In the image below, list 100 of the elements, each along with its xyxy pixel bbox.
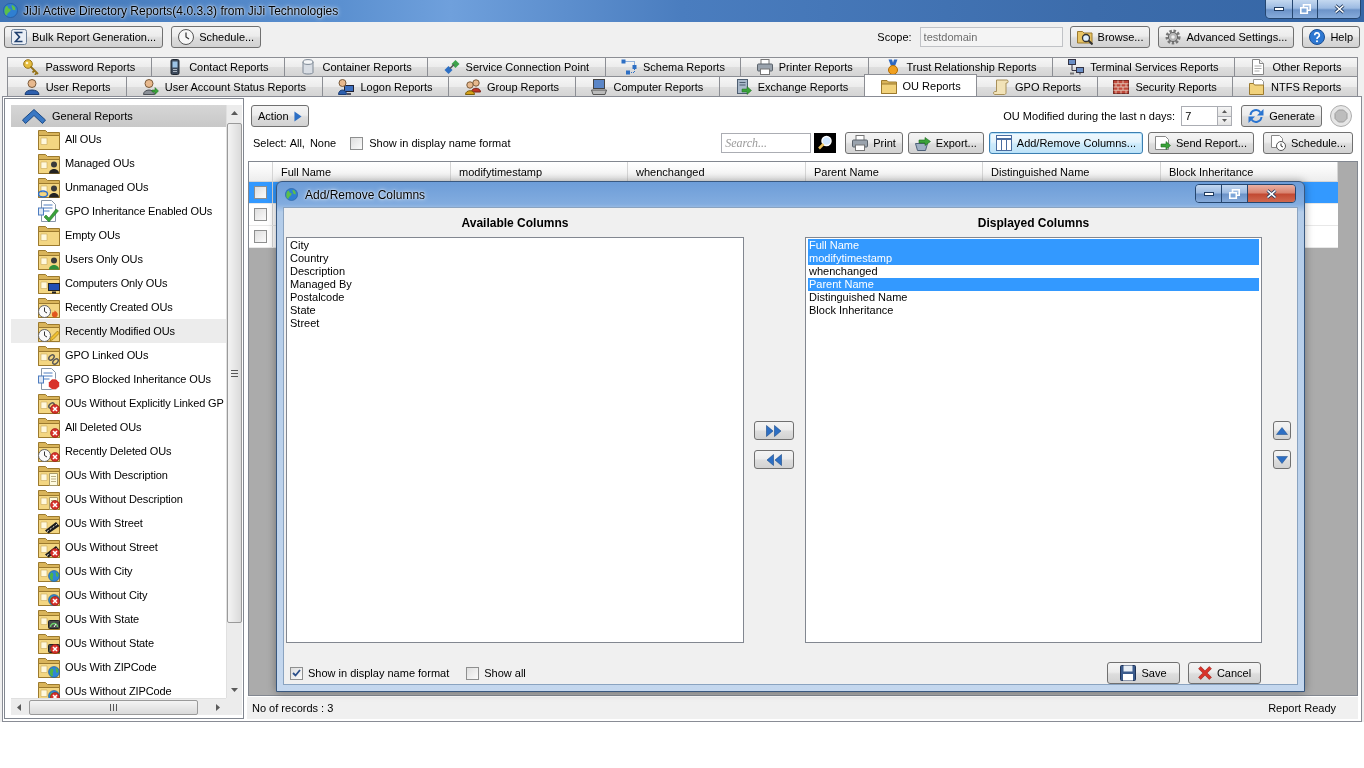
sidebar-item[interactable]: OUs Without Explicitly Linked GP <box>11 391 226 415</box>
schedule-button[interactable]: Schedule... <box>1262 132 1353 154</box>
folder-globe-icon <box>38 656 60 678</box>
checkbox[interactable] <box>254 208 267 221</box>
group-header[interactable]: General Reports <box>11 105 226 127</box>
vertical-scrollbar[interactable] <box>226 105 242 698</box>
tab[interactable]: GPO Reports <box>976 76 1098 96</box>
list-item[interactable]: whenchanged <box>808 265 1259 278</box>
sidebar-item[interactable]: Managed OUs <box>11 151 226 175</box>
add-remove-columns-button[interactable]: Add/Remove Columns... <box>988 132 1143 154</box>
tab[interactable]: Service Connection Point <box>427 57 606 76</box>
action-button[interactable]: Action <box>251 105 309 127</box>
user-monitor-icon <box>338 78 355 95</box>
column-list[interactable]: Full Name modifytimestamp whenchanged Parent Name Distinguished Name Block Inheritance <box>805 237 1262 643</box>
list-item[interactable]: Description <box>289 265 741 278</box>
sidebar-item[interactable]: OUs Without Description <box>11 487 226 511</box>
spin-up-button[interactable] <box>1217 106 1233 117</box>
search-field[interactable]: Search... <box>721 133 812 153</box>
close-button[interactable] <box>1317 0 1360 18</box>
sidebar-item[interactable]: All OUs <box>11 127 226 151</box>
sidebar-item[interactable]: Recently Deleted OUs <box>11 439 226 463</box>
tab[interactable]: Computer Reports <box>574 76 721 96</box>
sidebar-item[interactable]: OUs With ZIPCode <box>11 655 226 679</box>
list-item[interactable]: Block Inheritance <box>808 304 1259 317</box>
export-button[interactable]: Export... <box>907 132 984 154</box>
advanced-settings-button[interactable]: Advanced Settings... <box>1158 26 1295 48</box>
move-left-button[interactable] <box>754 450 794 469</box>
tab[interactable]: Trust Relationship Reports <box>868 57 1053 76</box>
tab[interactable]: Password Reports <box>7 57 152 76</box>
list-item[interactable]: Country <box>289 252 741 265</box>
print-button[interactable]: Print <box>845 132 903 154</box>
sidebar-item[interactable]: OUs With City <box>11 559 226 583</box>
sidebar-item[interactable]: Recently Modified OUs <box>11 319 226 343</box>
cross-icon <box>1197 666 1212 680</box>
tab[interactable]: NTFS Reports <box>1232 76 1359 96</box>
list-item[interactable]: Distinguished Name <box>808 291 1259 304</box>
sidebar-item[interactable]: All Deleted OUs <box>11 415 226 439</box>
schedule-button[interactable]: Schedule... <box>171 26 262 48</box>
close-button[interactable] <box>1247 185 1295 202</box>
checkbox[interactable] <box>254 230 267 243</box>
scrollbar-thumb[interactable] <box>227 123 242 623</box>
search-button[interactable] <box>814 133 837 153</box>
cancel-button[interactable]: Cancel <box>1188 662 1261 684</box>
column-list[interactable]: City Country Description Managed By Postalcode State Street <box>286 237 744 643</box>
tab[interactable]: Group Reports <box>448 76 576 96</box>
list-item[interactable]: State <box>289 304 741 317</box>
sidebar-item[interactable]: OUs Without State <box>11 631 226 655</box>
tab[interactable]: Schema Reports <box>604 57 742 76</box>
tab[interactable]: Exchange Reports <box>719 76 865 96</box>
sidebar-item[interactable]: OUs With Description <box>11 463 226 487</box>
tab[interactable]: Terminal Services Reports <box>1051 57 1236 76</box>
tab[interactable]: Contact Reports <box>150 57 286 76</box>
sidebar-item[interactable]: Users Only OUs <box>11 247 226 271</box>
restore-button[interactable] <box>1292 0 1317 18</box>
tab[interactable]: Other Reports <box>1234 57 1358 76</box>
select-link[interactable]: None <box>309 137 337 149</box>
sidebar-item[interactable]: GPO Blocked Inheritance OUs <box>11 367 226 391</box>
sidebar-item[interactable]: GPO Inheritance Enabled OUs <box>11 199 226 223</box>
checkbox[interactable] <box>466 666 480 680</box>
move-up-button[interactable] <box>1273 421 1291 440</box>
sidebar-item[interactable]: Unmanaged OUs <box>11 175 226 199</box>
tab[interactable]: User Account Status Reports <box>126 76 323 96</box>
tab[interactable]: User Reports <box>7 76 128 96</box>
horizontal-scrollbar[interactable] <box>11 698 226 715</box>
list-item[interactable]: Managed By <box>289 278 741 291</box>
minimize-button[interactable] <box>1266 0 1292 18</box>
sidebar-item[interactable]: Computers Only OUs <box>11 271 226 295</box>
help-button[interactable]: Help <box>1302 26 1360 48</box>
checkbox[interactable] <box>350 136 364 150</box>
save-button[interactable]: Save <box>1107 662 1180 684</box>
sidebar-item[interactable]: OUs Without City <box>11 583 226 607</box>
checkbox[interactable] <box>254 186 267 199</box>
sidebar-item[interactable]: GPO Linked OUs <box>11 343 226 367</box>
tab[interactable]: Security Reports <box>1096 76 1234 96</box>
sidebar-item[interactable]: Empty OUs <box>11 223 226 247</box>
tab[interactable]: OU Reports <box>863 74 978 96</box>
move-right-button[interactable] <box>754 421 794 440</box>
send-report-button[interactable]: Send Report... <box>1148 132 1254 154</box>
sidebar-item[interactable]: OUs With State <box>11 607 226 631</box>
tab[interactable]: Printer Reports <box>740 57 870 76</box>
list-item[interactable]: City <box>289 239 741 252</box>
move-down-button[interactable] <box>1273 450 1291 469</box>
spin-down-button[interactable] <box>1217 116 1233 126</box>
list-item[interactable]: Postalcode <box>289 291 741 304</box>
tab[interactable]: Logon Reports <box>321 76 450 96</box>
days-field[interactable]: 7 <box>1181 106 1218 126</box>
list-item[interactable]: Street <box>289 317 741 330</box>
folder-globe-cross-icon <box>38 584 60 606</box>
select-link[interactable]: All, <box>289 137 305 149</box>
restore-button[interactable] <box>1221 185 1247 202</box>
minimize-button[interactable] <box>1196 185 1221 202</box>
checkbox[interactable] <box>290 666 303 680</box>
browse-button[interactable]: Browse... <box>1069 26 1151 48</box>
bulk-report-button[interactable]: Bulk Report Generation... <box>4 26 164 48</box>
tab[interactable]: Container Reports <box>284 57 429 76</box>
sidebar-item[interactable]: OUs With Street <box>11 511 226 535</box>
generate-button[interactable]: Generate <box>1241 105 1322 127</box>
scrollbar-thumb[interactable] <box>29 699 198 715</box>
sidebar-item[interactable]: OUs Without Street <box>11 535 226 559</box>
sidebar-item[interactable]: Recently Created OUs <box>11 295 226 319</box>
